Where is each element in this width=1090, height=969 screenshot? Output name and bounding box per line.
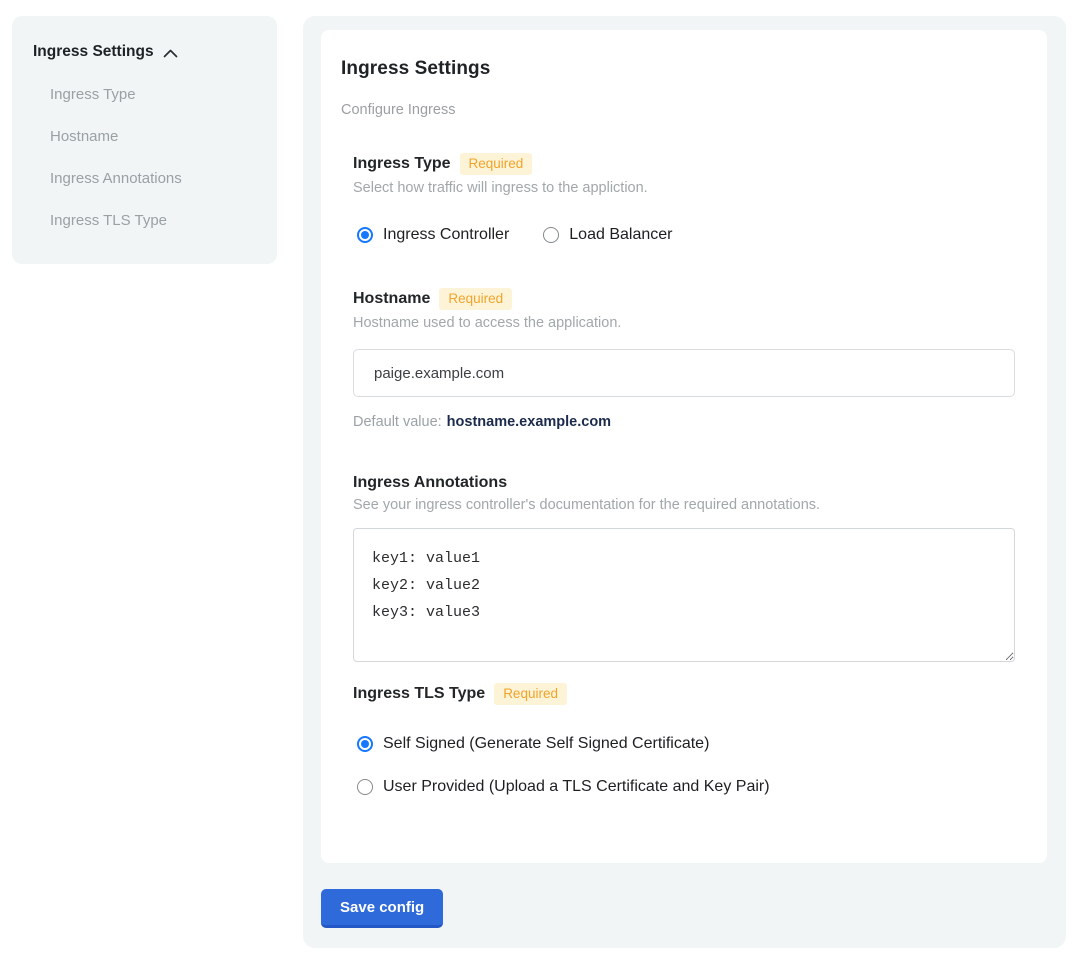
sidebar-group-label: Ingress Settings — [33, 43, 154, 61]
ingress-type-radio-group: Ingress Controller Load Balancer — [357, 226, 1015, 244]
page-subtitle: Configure Ingress — [341, 102, 1015, 118]
section-hostname: Hostname Required Hostname used to acces… — [353, 288, 1015, 430]
radio-user-provided[interactable] — [357, 779, 373, 795]
ingress-settings-card: Ingress Settings Configure Ingress Ingre… — [321, 30, 1047, 863]
required-badge: Required — [439, 288, 512, 310]
sidebar-items: Ingress Type Hostname Ingress Annotation… — [33, 87, 259, 229]
chevron-up-icon — [163, 47, 178, 58]
radio-option-load-balancer[interactable]: Load Balancer — [543, 226, 672, 244]
radio-self-signed[interactable] — [357, 736, 373, 752]
radio-ingress-controller[interactable] — [357, 227, 373, 243]
sidebar-item-ingress-type[interactable]: Ingress Type — [50, 87, 259, 103]
ingress-annotations-description: See your ingress controller's documentat… — [353, 497, 1015, 513]
section-ingress-type: Ingress Type Required Select how traffic… — [353, 153, 1015, 244]
radio-label[interactable]: Load Balancer — [569, 226, 672, 244]
radio-label[interactable]: Self Signed (Generate Self Signed Certif… — [383, 735, 709, 753]
section-ingress-annotations: Ingress Annotations See your ingress con… — [353, 474, 1015, 662]
sidebar-item-ingress-tls-type[interactable]: Ingress TLS Type — [50, 213, 259, 229]
hostname-input[interactable] — [353, 349, 1015, 397]
ingress-type-description: Select how traffic will ingress to the a… — [353, 180, 1015, 196]
radio-label[interactable]: Ingress Controller — [383, 226, 509, 244]
ingress-annotations-label: Ingress Annotations — [353, 474, 507, 492]
radio-option-user-provided[interactable]: User Provided (Upload a TLS Certificate … — [357, 778, 1015, 796]
ingress-type-label: Ingress Type — [353, 155, 451, 173]
radio-option-ingress-controller[interactable]: Ingress Controller — [357, 226, 509, 244]
radio-load-balancer[interactable] — [543, 227, 559, 243]
required-badge: Required — [494, 683, 567, 705]
hostname-label: Hostname — [353, 290, 430, 308]
default-value-text: hostname.example.com — [447, 414, 611, 430]
section-ingress-tls-type: Ingress TLS Type Required Self Signed (G… — [353, 683, 1015, 796]
sidebar-item-hostname[interactable]: Hostname — [50, 129, 259, 145]
save-config-button[interactable]: Save config — [321, 889, 443, 928]
sidebar-group-ingress-settings[interactable]: Ingress Settings — [33, 43, 259, 61]
ingress-annotations-textarea[interactable]: key1: value1 key2: value2 key3: value3 — [353, 528, 1015, 662]
ingress-tls-type-label: Ingress TLS Type — [353, 685, 485, 703]
page-title: Ingress Settings — [341, 58, 1015, 80]
radio-label[interactable]: User Provided (Upload a TLS Certificate … — [383, 778, 770, 796]
hostname-description: Hostname used to access the application. — [353, 315, 1015, 331]
sidebar-item-ingress-annotations[interactable]: Ingress Annotations — [50, 171, 259, 187]
config-sidebar: Ingress Settings Ingress Type Hostname I… — [12, 16, 277, 264]
radio-option-self-signed[interactable]: Self Signed (Generate Self Signed Certif… — [357, 735, 1015, 753]
page: Ingress Settings Ingress Type Hostname I… — [0, 0, 1090, 969]
default-value-label: Default value: — [353, 414, 442, 430]
hostname-default-line: Default value: hostname.example.com — [353, 414, 1015, 430]
required-badge: Required — [460, 153, 533, 175]
config-panel: Ingress Settings Configure Ingress Ingre… — [303, 16, 1066, 948]
ingress-tls-radio-group: Self Signed (Generate Self Signed Certif… — [357, 735, 1015, 796]
